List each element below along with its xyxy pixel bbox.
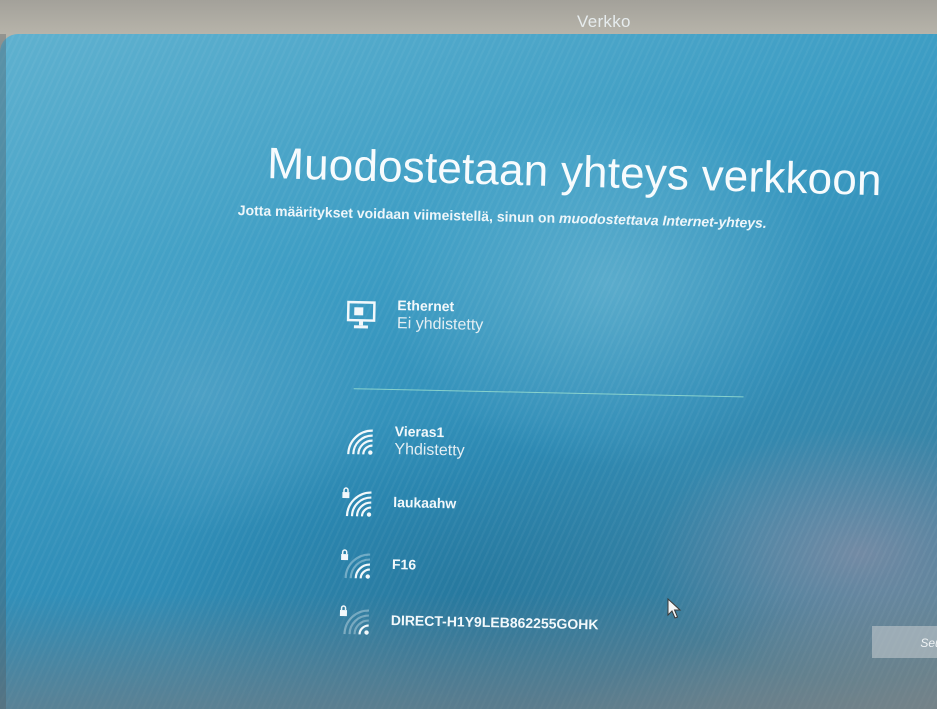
setup-screen: Muodostetaan yhteys verkkoon Jotta määri… — [0, 34, 937, 709]
network-name: Vieras1 — [394, 423, 445, 441]
network-name: laukaahw — [393, 494, 457, 512]
ethernet-monitor-icon — [346, 300, 376, 329]
network-item-vieras1[interactable]: Vieras1 Yhdistetty — [342, 420, 743, 476]
wifi-secured-icon — [341, 549, 371, 579]
mouse-cursor-icon — [667, 598, 682, 619]
photo-frame: Verkko Muodostetaan yhteys verkkoon Jott… — [0, 0, 937, 709]
network-item-laukaahw[interactable]: laukaahw — [341, 482, 742, 538]
network-item-ethernet[interactable]: Ethernet Ei yhdistetty — [345, 294, 746, 350]
wifi-secured-icon — [339, 605, 370, 635]
network-name: Ethernet — [397, 297, 455, 315]
network-name: DIRECT-H1Y9LEB862255GOHK — [390, 612, 599, 633]
wifi-signal-icon — [347, 429, 373, 455]
network-status: Yhdistetty — [394, 441, 465, 460]
monitor-bezel — [0, 34, 6, 709]
wifi-secured-icon — [342, 487, 372, 517]
network-status: Ei yhdistetty — [396, 315, 484, 334]
window-title: Verkko — [577, 12, 631, 31]
network-item-f16[interactable]: F16 — [339, 544, 740, 600]
next-button[interactable]: Seu — [872, 626, 937, 658]
network-list: Ethernet Ei yhdistetty Vieras1 Yhdistett… — [339, 297, 765, 635]
network-name: F16 — [391, 556, 417, 573]
